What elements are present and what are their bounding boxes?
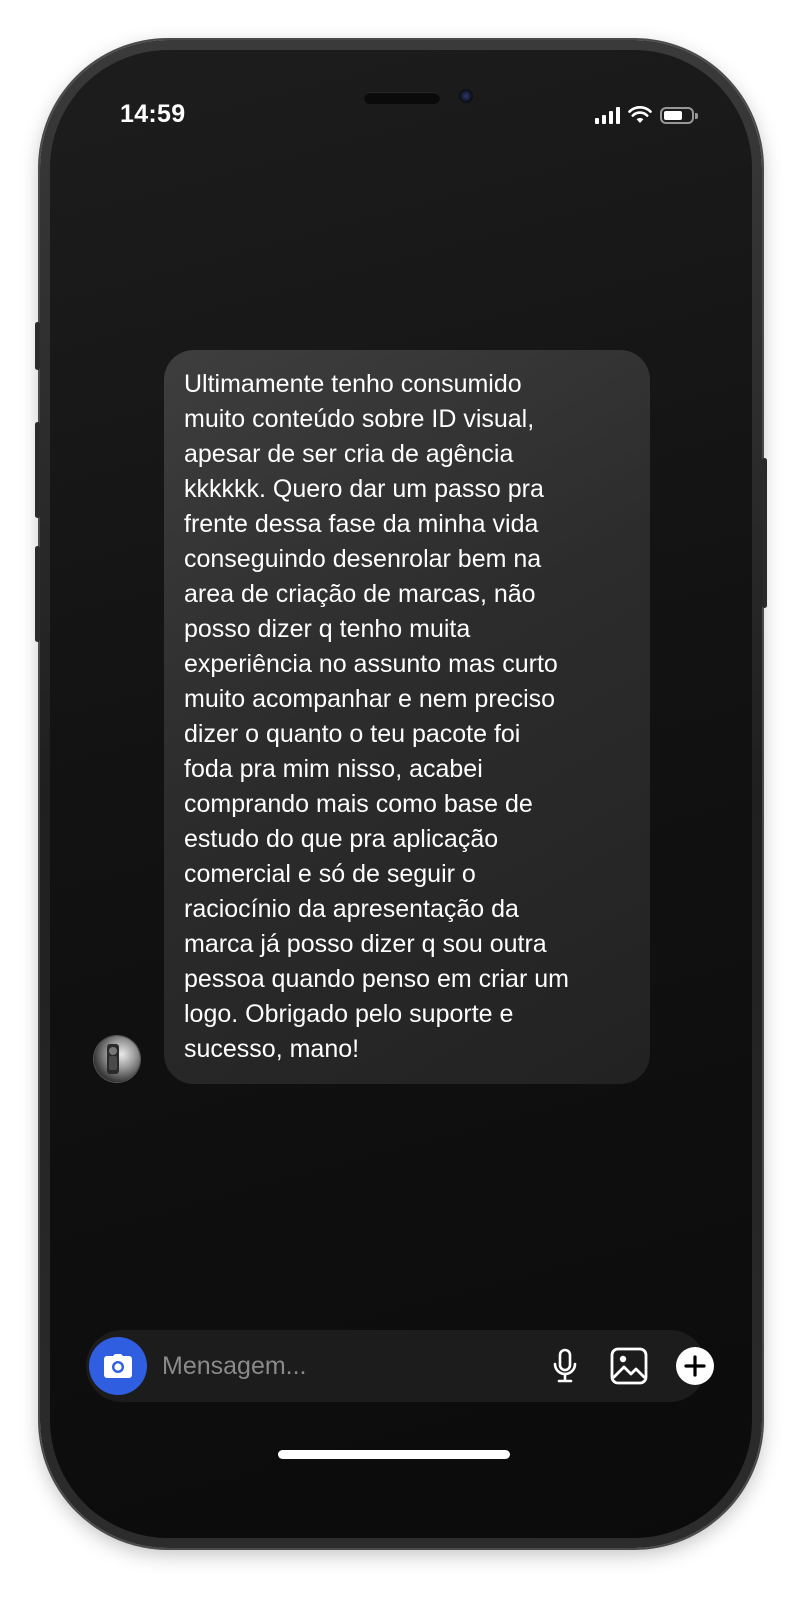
home-indicator[interactable] [278, 1450, 510, 1459]
add-button[interactable] [674, 1345, 716, 1387]
front-camera [459, 89, 473, 103]
earpiece-speaker [364, 92, 440, 104]
plus-icon [676, 1347, 714, 1385]
avatar[interactable] [94, 1036, 140, 1082]
status-time: 14:59 [120, 100, 186, 128]
wifi-icon [628, 106, 652, 123]
microphone-icon [553, 1348, 577, 1383]
message-composer [86, 1330, 714, 1402]
status-icons [595, 103, 698, 127]
silent-switch [35, 322, 40, 370]
volume-down-button [35, 546, 40, 642]
image-icon [610, 1347, 648, 1385]
battery-level [664, 110, 682, 120]
power-button [762, 458, 767, 608]
phone-screen: 14:59 Ultimamente tenho consumido muito … [50, 50, 752, 1538]
avatar-image [107, 1044, 119, 1074]
message-input[interactable] [162, 1346, 492, 1386]
cellular-signal-icon [595, 106, 620, 124]
message-bubble[interactable]: Ultimamente tenho consumido muito conteú… [164, 350, 650, 1084]
camera-button[interactable] [89, 1337, 147, 1395]
volume-up-button [35, 422, 40, 518]
camera-icon [104, 1354, 132, 1378]
phone-frame: 14:59 Ultimamente tenho consumido muito … [35, 40, 767, 1548]
microphone-button[interactable] [544, 1345, 586, 1387]
gallery-button[interactable] [608, 1345, 650, 1387]
battery-tip [695, 112, 698, 119]
battery-icon [660, 106, 698, 124]
